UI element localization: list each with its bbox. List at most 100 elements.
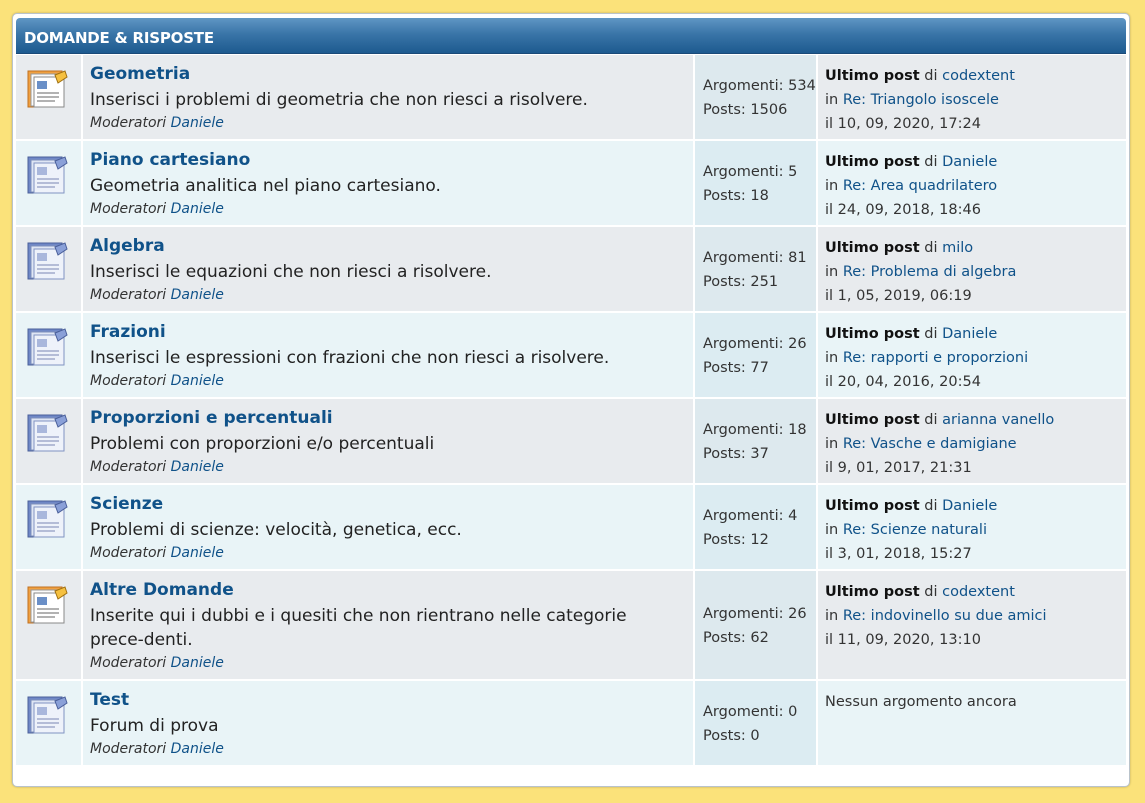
- posts-label: Posts:: [703, 274, 746, 290]
- last-post-topic[interactable]: Re: Triangolo isoscele: [843, 92, 999, 108]
- last-post-info: Ultimo post di codextent in Re: Triangol…: [825, 64, 1015, 136]
- forum-info-cell: Altre Domande Inserite qui i dubbi e i q…: [83, 571, 693, 679]
- last-post-topic[interactable]: Re: Problema di algebra: [843, 264, 1017, 280]
- last-post-cell: Ultimo post di milo in Re: Problema di a…: [818, 227, 1126, 311]
- forum-description: Inserisci le equazioni che non riesci a …: [90, 262, 492, 282]
- moderator-link[interactable]: Daniele: [171, 201, 224, 217]
- last-post-author[interactable]: milo: [942, 240, 973, 256]
- last-post-cell: Nessun argomento ancora: [818, 681, 1126, 765]
- last-post-topic[interactable]: Re: Area quadrilatero: [843, 178, 997, 194]
- forum-row: Geometria Inserisci i problemi di geomet…: [16, 55, 1126, 141]
- forum-stats-cell: Argomenti: 4 Posts: 12: [695, 485, 816, 569]
- by-label: di: [924, 326, 938, 342]
- forum-title-link[interactable]: Algebra: [90, 236, 165, 256]
- by-label: di: [924, 68, 938, 84]
- last-post-info: Ultimo post di codextent in Re: indovine…: [825, 580, 1047, 652]
- forum-stats: Argomenti: 26 Posts: 62: [703, 602, 807, 650]
- forum-title-link[interactable]: Test: [90, 690, 129, 710]
- moderator-link[interactable]: Daniele: [171, 115, 224, 131]
- topics-count: 534: [788, 78, 816, 94]
- by-label: di: [924, 412, 938, 428]
- forum-info-cell: Scienze Problemi di scienze: velocità, g…: [83, 485, 693, 569]
- forum-title-link[interactable]: Proporzioni e percentuali: [90, 408, 333, 428]
- by-label: di: [924, 498, 938, 514]
- forum-title-link[interactable]: Altre Domande: [90, 580, 234, 600]
- forum-info-cell: Proporzioni e percentuali Problemi con p…: [83, 399, 693, 483]
- topics-label: Argomenti:: [703, 704, 784, 720]
- last-post-cell: Ultimo post di codextent in Re: Triangol…: [818, 55, 1126, 139]
- forum-description: Forum di prova: [90, 716, 219, 736]
- last-post-topic[interactable]: Re: Vasche e damigiane: [843, 436, 1017, 452]
- last-post-topic[interactable]: Re: indovinello su due amici: [843, 608, 1047, 624]
- moderator-link[interactable]: Daniele: [171, 655, 224, 671]
- forum-stats: Argomenti: 5 Posts: 18: [703, 160, 797, 208]
- forum-stats-cell: Argomenti: 5 Posts: 18: [695, 141, 816, 225]
- last-post-author[interactable]: codextent: [942, 584, 1015, 600]
- posts-count: 0: [750, 728, 760, 744]
- by-label: di: [924, 154, 938, 170]
- forum-row: Frazioni Inserisci le espressioni con fr…: [16, 313, 1126, 399]
- category-title[interactable]: DOMANDE & RISPOSTE: [24, 29, 214, 47]
- forum-title-link[interactable]: Scienze: [90, 494, 163, 514]
- last-post-date: 9, 01, 2017, 21:31: [837, 460, 972, 476]
- posts-label: Posts:: [703, 102, 746, 118]
- forum-info-cell: Piano cartesiano Geometria analitica nel…: [83, 141, 693, 225]
- moderators-line: Moderatori Daniele: [90, 287, 224, 303]
- moderators-label: Moderatori: [90, 373, 167, 389]
- topics-label: Argomenti:: [703, 164, 784, 180]
- forum-title-link[interactable]: Piano cartesiano: [90, 150, 250, 170]
- last-post-author[interactable]: arianna vanello: [942, 412, 1054, 428]
- moderator-link[interactable]: Daniele: [171, 373, 224, 389]
- category-header: DOMANDE & RISPOSTE: [16, 18, 1126, 54]
- topics-count: 81: [788, 250, 807, 266]
- topics-label: Argomenti:: [703, 508, 784, 524]
- moderators-line: Moderatori Daniele: [90, 115, 224, 131]
- last-post-date: 24, 09, 2018, 18:46: [837, 202, 981, 218]
- posts-count: 251: [750, 274, 779, 290]
- last-post-label: Ultimo post: [825, 498, 920, 514]
- moderator-link[interactable]: Daniele: [171, 545, 224, 561]
- on-label: il: [825, 460, 834, 476]
- forum-info-cell: Algebra Inserisci le equazioni che non r…: [83, 227, 693, 311]
- in-label: in: [825, 522, 839, 538]
- last-post-topic[interactable]: Re: rapporti e proporzioni: [843, 350, 1028, 366]
- forum-description: Geometria analitica nel piano cartesiano…: [90, 176, 441, 196]
- posts-count: 12: [750, 532, 769, 548]
- last-post-topic[interactable]: Re: Scienze naturali: [843, 522, 987, 538]
- forum-info-cell: Test Forum di prova Moderatori Daniele: [83, 681, 693, 765]
- topics-count: 18: [788, 422, 807, 438]
- last-post-info: Ultimo post di Daniele in Re: Scienze na…: [825, 494, 997, 566]
- no-topics-text: Nessun argomento ancora: [825, 694, 1017, 710]
- last-post-author[interactable]: Daniele: [942, 326, 997, 342]
- last-post-author[interactable]: Daniele: [942, 498, 997, 514]
- forum-stats-cell: Argomenti: 26 Posts: 62: [695, 571, 816, 679]
- forum-read-icon: [25, 69, 69, 111]
- forum-stats: Argomenti: 0 Posts: 0: [703, 700, 797, 748]
- moderator-link[interactable]: Daniele: [171, 459, 224, 475]
- posts-count: 37: [750, 446, 769, 462]
- last-post-cell: Ultimo post di arianna vanello in Re: Va…: [818, 399, 1126, 483]
- on-label: il: [825, 288, 834, 304]
- forum-description: Inserite qui i dubbi e i quesiti che non…: [90, 606, 627, 650]
- forum-icon: [25, 155, 69, 197]
- forum-title-link[interactable]: Frazioni: [90, 322, 166, 342]
- moderator-link[interactable]: Daniele: [171, 287, 224, 303]
- forum-title-link[interactable]: Geometria: [90, 64, 190, 84]
- last-post-author[interactable]: codextent: [942, 68, 1015, 84]
- forum-stats: Argomenti: 26 Posts: 77: [703, 332, 807, 380]
- moderator-link[interactable]: Daniele: [171, 741, 224, 757]
- last-post-info: Nessun argomento ancora: [825, 690, 1017, 714]
- last-post-cell: Ultimo post di codextent in Re: indovine…: [818, 571, 1126, 679]
- forum-list-panel: DOMANDE & RISPOSTE Geometria Inserisci i…: [12, 13, 1130, 787]
- on-label: il: [825, 116, 834, 132]
- last-post-author[interactable]: Daniele: [942, 154, 997, 170]
- forum-icon-cell: [16, 399, 81, 483]
- topics-count: 26: [788, 336, 807, 352]
- forum-stats: Argomenti: 534 Posts: 1506: [703, 74, 816, 122]
- in-label: in: [825, 608, 839, 624]
- forum-icon: [25, 695, 69, 737]
- forum-stats-cell: Argomenti: 81 Posts: 251: [695, 227, 816, 311]
- moderators-line: Moderatori Daniele: [90, 459, 224, 475]
- posts-label: Posts:: [703, 630, 746, 646]
- topics-label: Argomenti:: [703, 422, 784, 438]
